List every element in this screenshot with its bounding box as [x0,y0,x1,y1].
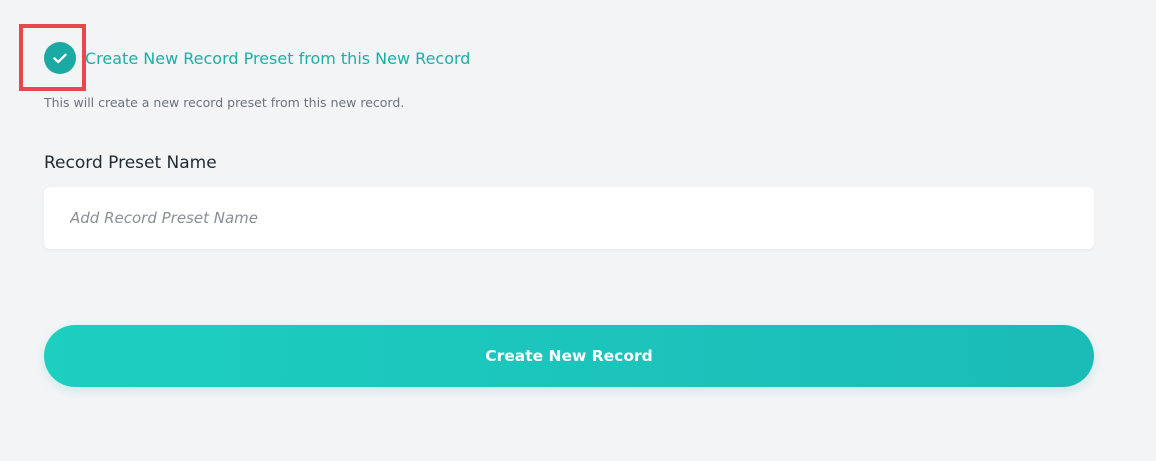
create-preset-checkbox[interactable]: Create New Record Preset from this New R… [44,42,470,74]
preset-name-input[interactable] [44,187,1094,249]
create-preset-label[interactable]: Create New Record Preset from this New R… [85,49,470,68]
checkmark-icon[interactable] [44,42,76,74]
create-preset-help-text: This will create a new record preset fro… [44,95,405,110]
preset-name-label: Record Preset Name [44,153,217,173]
create-new-record-button[interactable]: Create New Record [44,325,1094,387]
